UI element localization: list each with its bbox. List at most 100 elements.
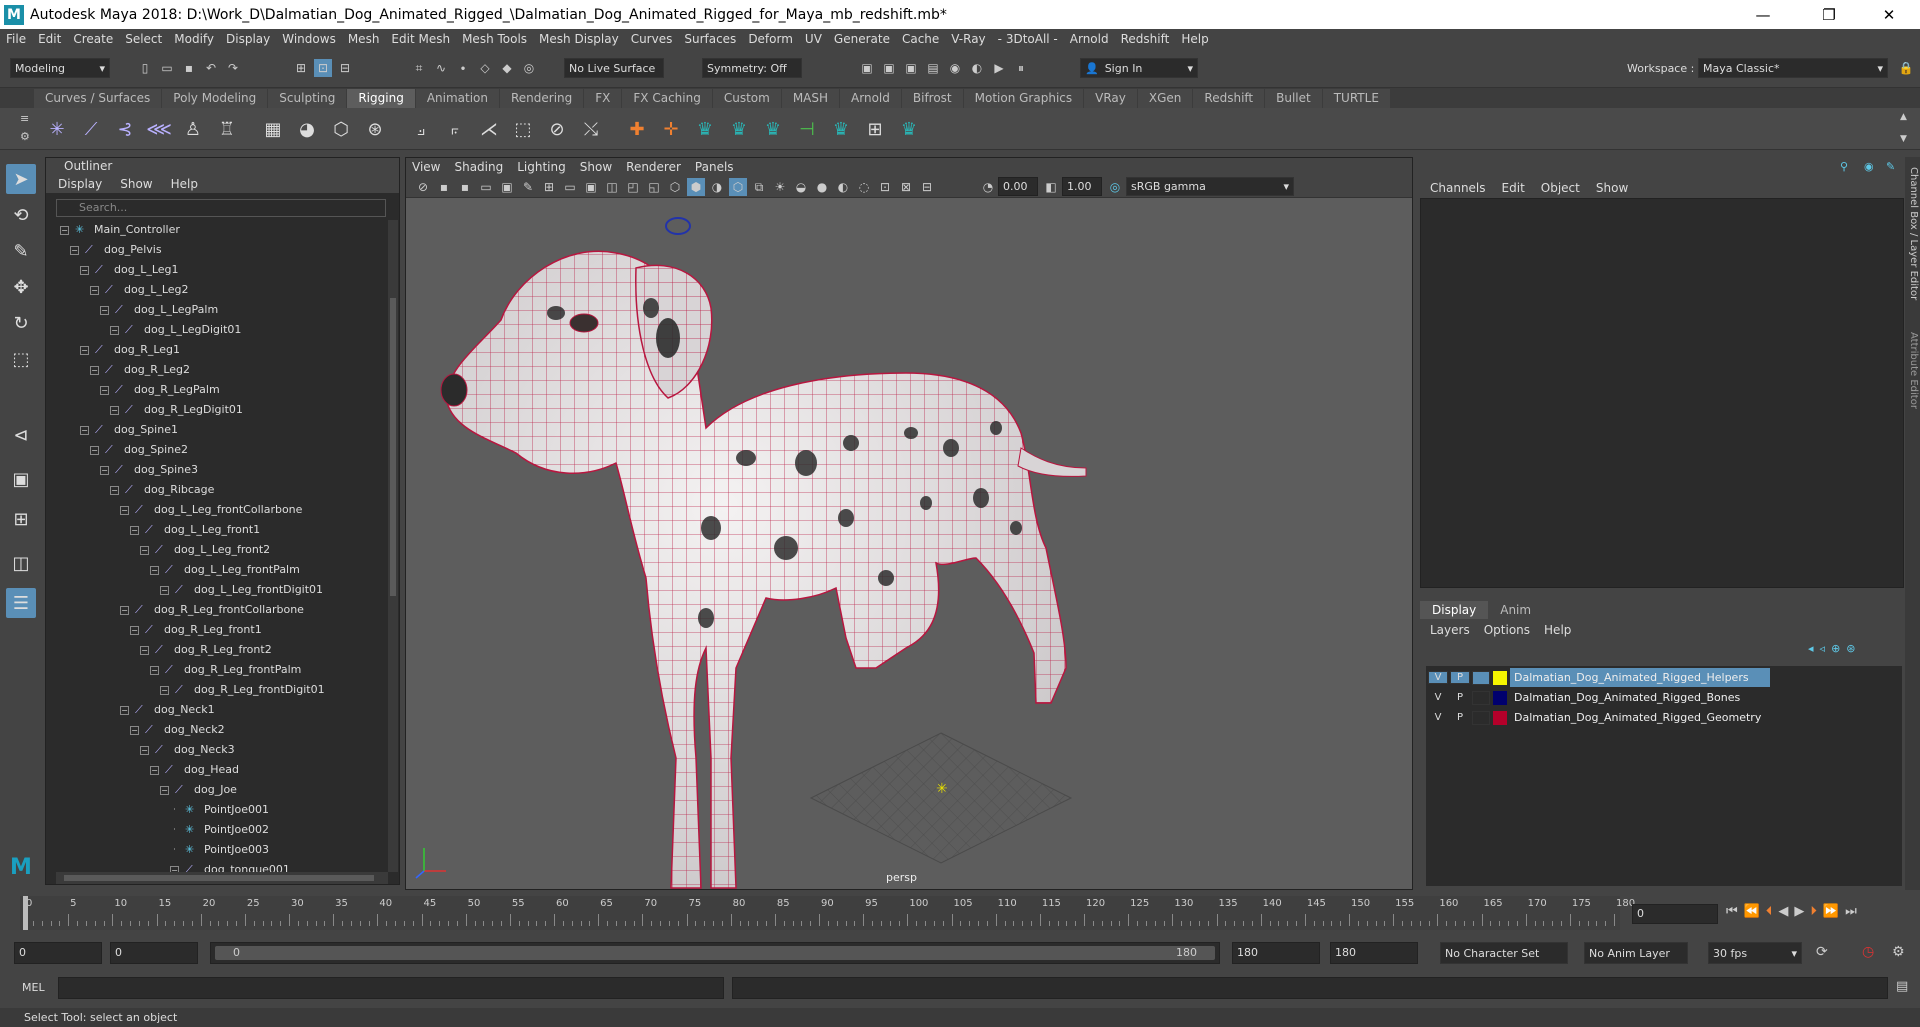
outliner-item[interactable]: − ⟋ dog_Spine3 <box>100 460 198 480</box>
layer-color-swatch[interactable] <box>1493 710 1507 725</box>
expand-toggle-icon[interactable]: − <box>90 445 99 455</box>
shelf-tab-vray[interactable]: VRay <box>1084 89 1137 108</box>
viewport-menu-panels[interactable]: Panels <box>695 160 734 174</box>
shelf-tab-curves-surfaces[interactable]: Curves / Surfaces <box>34 89 162 108</box>
layer-visibility-toggle[interactable]: V <box>1428 671 1448 684</box>
expand-toggle-icon[interactable]: − <box>80 425 89 435</box>
viewport-menu-show[interactable]: Show <box>580 160 612 174</box>
outliner-menu-help[interactable]: Help <box>171 177 198 191</box>
menu-deform[interactable]: Deform <box>742 32 799 46</box>
menu-uv[interactable]: UV <box>799 32 828 46</box>
outliner-item[interactable]: − ⟋ dog_L_LegPalm <box>100 300 218 320</box>
snap-view-icon[interactable]: ◇ <box>476 59 494 77</box>
expand-toggle-icon[interactable]: − <box>100 305 109 315</box>
outliner-menu-display[interactable]: Display <box>58 177 102 191</box>
menu-v-ray[interactable]: V-Ray <box>945 32 991 46</box>
gamma-icon[interactable]: ◧ <box>1042 178 1060 196</box>
render-view-icon[interactable]: ▣ <box>858 59 876 77</box>
cluster-icon[interactable]: ⟓ <box>408 116 434 142</box>
layer-row[interactable]: V P Dalmatian_Dog_Animated_Rigged_Geometry <box>1428 708 1765 727</box>
outliner-item[interactable]: − ⟋ dog_Pelvis <box>70 240 162 260</box>
viewport-menu-shading[interactable]: Shading <box>454 160 503 174</box>
layer-row[interactable]: V P Dalmatian_Dog_Animated_Rigged_Bones <box>1428 688 1744 707</box>
shelf-tab-mash[interactable]: MASH <box>781 89 840 108</box>
expand-toggle-icon[interactable]: − <box>80 345 89 355</box>
paint-weights-icon[interactable]: ◕ <box>294 116 320 142</box>
fps-dropdown[interactable]: 30 fps ▾ <box>1708 942 1802 964</box>
wire-icon[interactable]: ⊘ <box>544 116 570 142</box>
layer-visibility-toggle[interactable]: V <box>1428 712 1448 723</box>
expand-toggle-icon[interactable]: − <box>140 745 149 755</box>
single-view-icon[interactable]: ▣ <box>6 464 36 494</box>
shadows-icon[interactable]: ◒ <box>792 178 810 196</box>
layer-type-toggle[interactable] <box>1472 690 1490 705</box>
scale-constraint-icon[interactable]: ♛ <box>726 116 752 142</box>
layer-color-swatch[interactable] <box>1493 690 1507 705</box>
layer-menu-options[interactable]: Options <box>1484 623 1530 637</box>
outliner-item[interactable]: − ⟋ dog_R_LegDigit01 <box>110 400 243 420</box>
outliner-item[interactable]: − ⟋ dog_R_Leg_front1 <box>130 620 262 640</box>
joint-tool-icon[interactable]: ✳ <box>44 116 70 142</box>
wrap-icon[interactable]: ⊛ <box>362 116 388 142</box>
tangent-constraint-icon[interactable]: ♛ <box>896 116 922 142</box>
film-gate-icon[interactable]: ▭ <box>561 178 579 196</box>
expand-toggle-icon[interactable]: − <box>150 765 159 775</box>
expand-toggle-icon[interactable]: − <box>130 525 139 535</box>
head-helper-icon[interactable] <box>665 217 691 235</box>
layer-name[interactable]: Dalmatian_Dog_Animated_Rigged_Bones <box>1510 688 1744 707</box>
attribute-editor-toggle-icon[interactable]: ◉ <box>1864 160 1874 173</box>
exposure-field[interactable]: 0.00 <box>998 177 1038 196</box>
expand-toggle-icon[interactable]: − <box>120 705 129 715</box>
bookmark-icon[interactable]: ▪ <box>456 178 474 196</box>
shelf-scroll-up-icon[interactable]: ▲ <box>1900 112 1907 122</box>
expand-toggle-icon[interactable]: · <box>170 845 179 855</box>
menu-create[interactable]: Create <box>67 32 119 46</box>
go-to-end-icon[interactable]: ⏭ <box>1845 904 1857 919</box>
xray-icon[interactable]: ⧉ <box>750 178 768 196</box>
scale-tool-icon[interactable]: ⬚ <box>6 344 36 374</box>
nonlinear-icon[interactable]: ⬚ <box>510 116 536 142</box>
character-set-dropdown[interactable]: No Character Set <box>1440 942 1568 964</box>
layer-type-toggle[interactable] <box>1472 670 1490 685</box>
use-lights-icon[interactable]: ☀ <box>771 178 789 196</box>
sculpt-deformer-icon[interactable]: ⤯ <box>578 116 604 142</box>
normal-constraint-icon[interactable]: ⊞ <box>862 116 888 142</box>
expand-toggle-icon[interactable]: − <box>110 325 119 335</box>
shelf-tab-xgen[interactable]: XGen <box>1137 89 1193 108</box>
four-view-icon[interactable]: ⊞ <box>6 504 36 534</box>
exposure-icon[interactable]: ◔ <box>979 178 997 196</box>
viewport-menu-lighting[interactable]: Lighting <box>517 160 566 174</box>
outliner-item[interactable]: · ✳ PointJoe002 <box>170 820 269 840</box>
channel-menu-channels[interactable]: Channels <box>1430 181 1486 195</box>
pole-vector-icon[interactable]: ⊣ <box>794 116 820 142</box>
channel-box-toggle-icon[interactable]: ⚲ <box>1840 160 1848 173</box>
color-management-icon[interactable]: ◎ <box>1106 178 1124 196</box>
outliner-item[interactable]: − ⟋ dog_L_Leg_frontPalm <box>150 560 300 580</box>
expand-toggle-icon[interactable]: − <box>140 645 149 655</box>
wireframe-on-shaded-icon[interactable]: ⬡ <box>729 178 747 196</box>
expand-toggle-icon[interactable]: − <box>90 285 99 295</box>
anim-prefs-icon[interactable]: ⚙ <box>1892 944 1905 960</box>
outliner-item[interactable]: − ⟋ dog_R_Leg2 <box>90 360 190 380</box>
expand-toggle-icon[interactable]: − <box>150 665 159 675</box>
step-forward-frame-icon[interactable]: ⏵ <box>1810 904 1817 919</box>
isolate-select-icon[interactable]: ⊡ <box>876 178 894 196</box>
rotate-tool-icon[interactable]: ↻ <box>6 308 36 338</box>
shelf-settings-icon[interactable]: ⚙ <box>20 130 30 143</box>
shelf-tab-bifrost[interactable]: Bifrost <box>901 89 963 108</box>
menu-set-dropdown[interactable]: Modeling ▾ <box>10 58 110 78</box>
gamma-field[interactable]: 1.00 <box>1062 177 1102 196</box>
layer-playback-toggle[interactable]: P <box>1450 712 1470 723</box>
shelf-tab-fx-caching[interactable]: FX Caching <box>622 89 712 108</box>
motion-blur-icon[interactable]: ◐ <box>834 178 852 196</box>
channel-box-side-tab[interactable]: Channel Box / Layer Editor <box>1906 167 1919 307</box>
outliner-item[interactable]: · ✳ PointJoe001 <box>170 800 269 820</box>
parent-constraint-icon[interactable]: ♛ <box>760 116 786 142</box>
shelf-tab-poly-modeling[interactable]: Poly Modeling <box>162 89 268 108</box>
menu-select[interactable]: Select <box>119 32 168 46</box>
outliner-item[interactable]: − ⟋ dog_Joe <box>160 780 237 800</box>
attribute-editor-side-tab[interactable]: Attribute Editor <box>1906 332 1919 432</box>
orient-constraint-icon[interactable]: ♛ <box>692 116 718 142</box>
outliner-item[interactable]: − ⟋ dog_L_Leg1 <box>80 260 179 280</box>
outliner-item[interactable]: − ⟋ dog_Ribcage <box>110 480 214 500</box>
